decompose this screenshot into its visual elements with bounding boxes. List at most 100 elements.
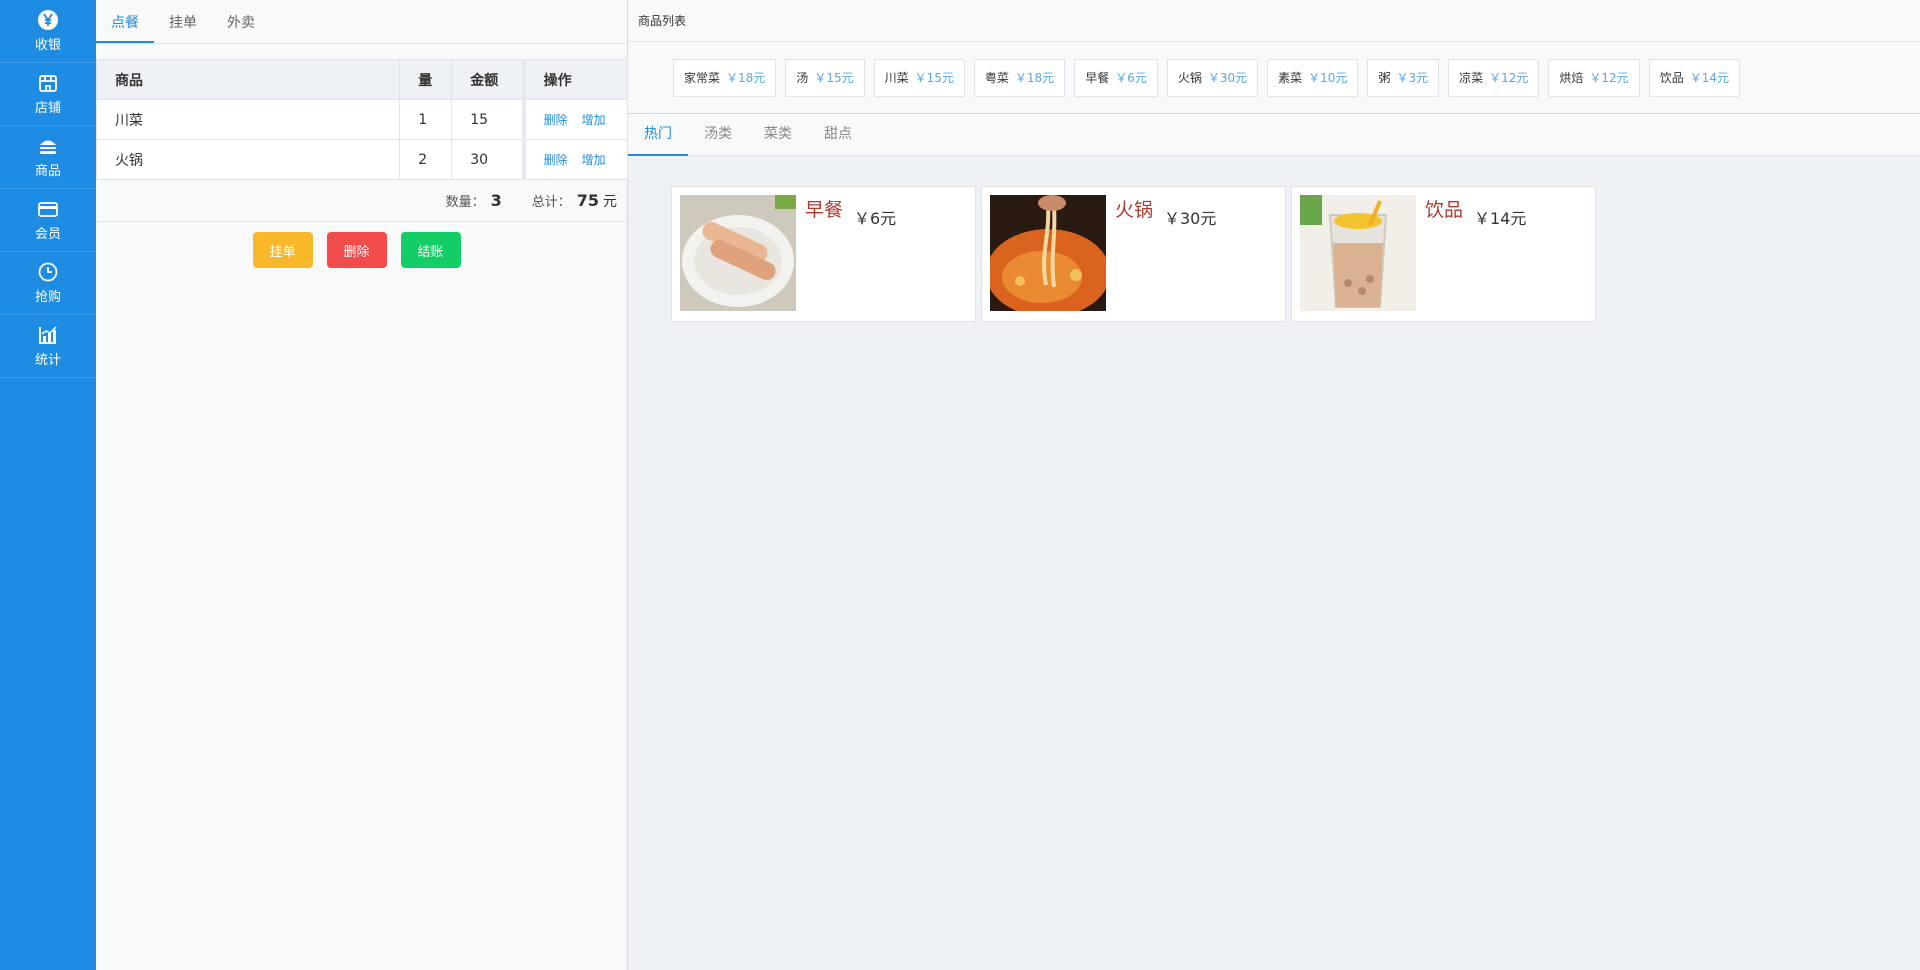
column-header-qty: 量 — [399, 59, 453, 100]
tab-order[interactable]: 点餐 — [96, 1, 154, 43]
yen-icon — [38, 10, 58, 30]
product-panel: 商品列表 家常菜 ￥18元 汤 ￥15元 川菜 ￥15元 粤菜 ￥18元 早餐 ￥6元 火… — [628, 0, 1920, 970]
sidebar-item-label: 收银 — [34, 38, 61, 53]
quick-item-name: 饮品 — [1659, 71, 1684, 85]
quick-item-price: ￥10元 — [1308, 71, 1348, 85]
tab-desserts[interactable]: 甜点 — [808, 114, 868, 156]
sidebar-item-flash-sale[interactable]: 抢购 — [0, 252, 96, 315]
quick-item[interactable]: 早餐 ￥6元 — [1074, 58, 1158, 97]
column-header-item: 商品 — [95, 59, 401, 100]
order-tabs: 点餐 挂单 外卖 — [96, 0, 627, 44]
quick-item-name: 素菜 — [1278, 71, 1303, 85]
hold-order-button[interactable]: 挂单 — [252, 232, 313, 268]
sidebar-item-shop[interactable]: 店铺 — [0, 63, 96, 126]
product-card[interactable]: 早餐 ￥6元 — [671, 186, 976, 322]
row-item-name: 火锅 — [95, 139, 401, 180]
sidebar-item-label: 商品 — [34, 164, 61, 179]
quick-item-price: ￥12元 — [1589, 71, 1629, 85]
quick-item-price: ￥3元 — [1396, 71, 1429, 85]
add-link[interactable]: 增加 — [582, 153, 606, 167]
burger-icon — [40, 140, 56, 154]
column-header-actions: 操作 — [521, 59, 628, 100]
quick-item-name: 烘焙 — [1559, 71, 1584, 85]
quick-item-price: ￥15元 — [914, 71, 954, 85]
product-name: 饮品 — [1425, 199, 1464, 221]
tab-dishes[interactable]: 菜类 — [748, 114, 808, 156]
product-cards: 早餐 ￥6元 火锅 ￥30元 饮品 ￥14元 — [671, 186, 1920, 322]
quick-item-name: 早餐 — [1085, 71, 1110, 85]
quick-item-name: 汤 — [796, 71, 809, 85]
row-item-name: 川菜 — [95, 99, 401, 140]
card-icon — [38, 202, 58, 217]
row-actions: 删除 增加 — [521, 99, 628, 140]
quick-item-price: ￥30元 — [1207, 71, 1248, 85]
quick-item-name: 川菜 — [884, 71, 909, 85]
quick-item-price: ￥18元 — [1014, 71, 1055, 85]
product-card[interactable]: 饮品 ￥14元 — [1291, 186, 1596, 322]
product-name: 火锅 — [1115, 199, 1154, 221]
table-row: 火锅 2 30 删除 增加 — [95, 139, 628, 180]
quick-item[interactable]: 汤 ￥15元 — [785, 58, 865, 97]
drink-image — [1300, 195, 1416, 311]
breakfast-image — [680, 195, 796, 311]
quick-item[interactable]: 凉菜 ￥12元 — [1448, 58, 1540, 97]
tab-popular[interactable]: 热门 — [628, 114, 688, 156]
column-header-amount: 金额 — [451, 59, 525, 100]
table-row: 川菜 1 15 删除 增加 — [95, 99, 628, 140]
total-unit: 元 — [603, 193, 617, 210]
quick-item-name: 粥 — [1378, 71, 1391, 85]
quick-item[interactable]: 火锅 ￥30元 — [1166, 58, 1259, 97]
add-link[interactable]: 增加 — [582, 113, 606, 127]
order-table: 商品 量 金额 操作 川菜 1 15 删除 增加 火锅 2 30 删除 增加 — [95, 59, 628, 180]
delete-link[interactable]: 删除 — [544, 113, 568, 127]
checkout-button[interactable]: 结账 — [400, 232, 461, 268]
order-panel: 点餐 挂单 外卖 商品 量 金额 操作 川菜 1 15 删除 增加 火锅 2 3… — [95, 0, 628, 970]
product-price: ￥14元 — [1474, 209, 1527, 228]
count-value: 3 — [490, 191, 502, 210]
delete-order-button[interactable]: 删除 — [326, 232, 387, 268]
quick-item[interactable]: 饮品 ￥14元 — [1648, 58, 1740, 97]
order-actions: 挂单 删除 结账 — [96, 232, 627, 268]
quick-item[interactable]: 川菜 ￥15元 — [873, 58, 965, 97]
quick-item-name: 凉菜 — [1459, 71, 1484, 85]
total-label: 总计： — [531, 195, 571, 210]
product-price: ￥30元 — [1164, 209, 1217, 228]
product-list-title: 商品列表 — [628, 0, 1920, 42]
quick-item-price: ￥18元 — [726, 71, 766, 85]
tab-hold-orders[interactable]: 挂单 — [154, 1, 212, 43]
sidebar-item-label: 统计 — [34, 353, 61, 368]
order-summary: 数量： 3 总计： 75 元 — [96, 180, 627, 222]
sidebar-item-products[interactable]: 商品 — [0, 126, 96, 189]
quick-item[interactable]: 素菜 ￥10元 — [1267, 58, 1359, 97]
sidebar-item-label: 会员 — [34, 227, 61, 242]
sidebar-item-members[interactable]: 会员 — [0, 189, 96, 252]
table-header-row: 商品 量 金额 操作 — [95, 59, 628, 100]
quick-item-price: ￥15元 — [814, 71, 854, 85]
shop-icon — [39, 75, 57, 92]
quick-item[interactable]: 烘焙 ￥12元 — [1548, 58, 1640, 97]
quick-item-price: ￥14元 — [1689, 71, 1729, 85]
tab-soups[interactable]: 汤类 — [688, 114, 748, 156]
product-card[interactable]: 火锅 ￥30元 — [981, 186, 1286, 322]
quick-item-price: ￥6元 — [1115, 71, 1147, 85]
sidebar-item-stats[interactable]: 统计 — [0, 315, 96, 378]
quick-item[interactable]: 粥 ￥3元 — [1367, 58, 1440, 97]
sidebar: 收银 店铺 商品 会员 抢购 统计 — [0, 0, 96, 970]
product-price: ￥6元 — [854, 209, 897, 228]
delete-link[interactable]: 删除 — [544, 153, 568, 167]
chart-icon — [39, 326, 57, 344]
product-name: 早餐 — [805, 199, 844, 221]
count-label: 数量： — [445, 195, 485, 210]
quick-item-name: 火锅 — [1177, 71, 1202, 85]
quick-item-price: ￥12元 — [1489, 71, 1529, 85]
category-tabs: 热门 汤类 菜类 甜点 — [628, 114, 1920, 156]
row-qty: 2 — [399, 139, 453, 180]
quick-item[interactable]: 家常菜 ￥18元 — [673, 58, 777, 97]
total-value: 75 — [576, 191, 599, 210]
quick-item-name: 家常菜 — [684, 71, 721, 85]
sidebar-item-cashier[interactable]: 收银 — [0, 0, 96, 63]
row-amount: 15 — [451, 99, 525, 140]
quick-item[interactable]: 粤菜 ￥18元 — [973, 58, 1066, 97]
tab-takeout[interactable]: 外卖 — [212, 1, 270, 43]
sidebar-item-label: 店铺 — [34, 101, 61, 116]
